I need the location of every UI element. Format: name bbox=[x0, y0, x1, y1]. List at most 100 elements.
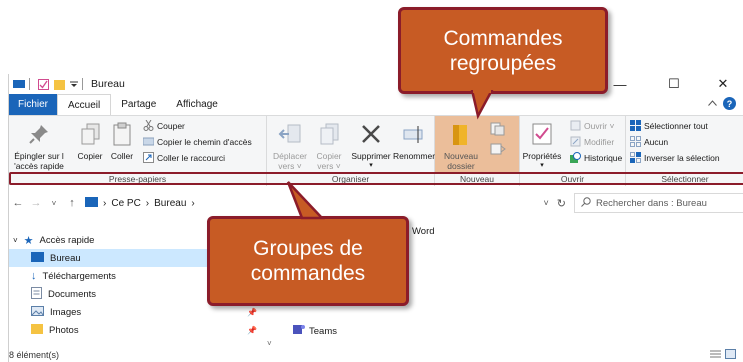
scroll-down-icon[interactable]: ˅ bbox=[267, 339, 272, 348]
maximize-button[interactable]: ☐ bbox=[657, 74, 691, 94]
copy-path-button[interactable]: Copier le chemin d'accès bbox=[142, 136, 252, 147]
history-button[interactable]: Historique bbox=[570, 152, 622, 163]
images-icon bbox=[31, 305, 44, 319]
forward-arrow-icon[interactable]: → bbox=[27, 197, 45, 209]
easy-access-icon[interactable] bbox=[489, 142, 507, 156]
pinned-icon: 📌 bbox=[247, 325, 257, 335]
properties-quick-icon[interactable] bbox=[38, 79, 50, 90]
customize-quick-access-icon[interactable] bbox=[70, 79, 78, 89]
star-icon: ★ bbox=[23, 234, 34, 247]
address-path[interactable]: › Ce PC › Bureau › bbox=[85, 193, 195, 213]
tab-accueil[interactable]: Accueil bbox=[57, 94, 112, 115]
invert-selection-label: Inverser la sélection bbox=[644, 152, 720, 163]
paste-shortcut-button[interactable]: Coller le raccourci bbox=[143, 152, 225, 163]
breadcrumb-ce-pc[interactable]: Ce PC bbox=[111, 198, 140, 209]
invert-selection-icon bbox=[630, 152, 641, 163]
cut-button[interactable]: Couper bbox=[143, 119, 185, 131]
callout-text-line: regroupées bbox=[449, 51, 557, 75]
expand-chevron-icon[interactable]: ˅ bbox=[13, 236, 18, 245]
ribbon-collapse-icon[interactable] bbox=[708, 98, 717, 109]
open-icon bbox=[570, 120, 581, 131]
paste-button[interactable]: Coller bbox=[107, 120, 137, 161]
callout-text-line: Commandes bbox=[443, 26, 563, 50]
nav-label: Images bbox=[50, 306, 82, 318]
copy-to-icon bbox=[315, 120, 343, 148]
copy-label: Copier bbox=[77, 151, 103, 161]
callout-pointer bbox=[286, 181, 325, 220]
search-placeholder: Rechercher dans : Bureau bbox=[596, 197, 707, 209]
open-button[interactable]: Ouvrir ˅ bbox=[570, 120, 614, 131]
select-none-icon bbox=[630, 136, 641, 147]
nav-label: Bureau bbox=[50, 252, 81, 264]
callout-pointer bbox=[470, 90, 494, 120]
search-input[interactable]: Rechercher dans : Bureau bbox=[574, 193, 743, 213]
copy-button[interactable]: Copier bbox=[73, 120, 107, 161]
new-folder-label-1: Nouveau bbox=[443, 151, 479, 161]
search-icon bbox=[581, 196, 591, 210]
move-to-icon bbox=[276, 120, 304, 148]
status-bar: 8 élément(s) bbox=[9, 348, 743, 362]
ribbon-tabs: Fichier Accueil Partage Affichage ? bbox=[9, 94, 743, 115]
nav-label: Documents bbox=[48, 288, 97, 300]
copy-to-label-1: Copier bbox=[316, 151, 342, 161]
history-label: Historique bbox=[584, 152, 623, 163]
refresh-icon[interactable]: ↻ bbox=[557, 197, 566, 210]
pin-label-2: 'accès rapide bbox=[14, 161, 64, 171]
new-folder-icon bbox=[447, 120, 475, 148]
tab-affichage[interactable]: Affichage bbox=[166, 94, 228, 115]
copy-path-label: Copier le chemin d'accès bbox=[157, 136, 252, 147]
address-bar: ← → ˅ ↑ › Ce PC › Bureau › ˅ ↻ Recherche… bbox=[9, 191, 743, 215]
help-icon[interactable]: ? bbox=[723, 97, 736, 110]
pinned-icon: 📌 bbox=[247, 307, 257, 317]
delete-x-icon bbox=[357, 120, 385, 148]
group-labels-highlight bbox=[9, 172, 743, 185]
back-arrow-icon[interactable]: ← bbox=[9, 197, 27, 209]
copy-to-button[interactable]: Copier vers ˅ bbox=[311, 120, 347, 171]
scissors-icon bbox=[143, 119, 154, 131]
callout-text-line: commandes bbox=[250, 262, 366, 285]
file-item-word[interactable]: Word bbox=[412, 226, 435, 237]
paste-label: Coller bbox=[110, 151, 134, 161]
close-button[interactable]: ✕ bbox=[706, 74, 740, 94]
select-all-label: Sélectionner tout bbox=[644, 120, 708, 131]
invert-selection-button[interactable]: Inverser la sélection bbox=[630, 152, 720, 163]
move-to-button[interactable]: Déplacer vers ˅ bbox=[271, 120, 309, 171]
open-label: Ouvrir ˅ bbox=[584, 120, 615, 131]
pin-label-1: Épingler sur l bbox=[14, 151, 64, 161]
select-none-button[interactable]: Aucun bbox=[630, 136, 668, 147]
nav-item-photos[interactable]: Photos 📌 bbox=[9, 321, 261, 339]
tab-partage[interactable]: Partage bbox=[111, 94, 166, 115]
properties-dropdown-icon[interactable]: ▾ bbox=[540, 161, 544, 171]
pin-quick-access-button[interactable]: Épingler sur l 'accès rapide bbox=[9, 120, 69, 171]
edit-button[interactable]: Modifier bbox=[570, 136, 614, 147]
shortcut-icon bbox=[143, 152, 154, 163]
large-icons-view-icon[interactable] bbox=[725, 349, 736, 361]
rename-button[interactable]: Renommer bbox=[393, 120, 435, 161]
window-title: Bureau bbox=[91, 78, 125, 90]
breadcrumb-separator-icon[interactable]: › bbox=[191, 198, 194, 209]
breadcrumb-bureau[interactable]: Bureau bbox=[154, 198, 186, 209]
callout-text-line: Groupes de bbox=[253, 237, 363, 260]
tab-fichier[interactable]: Fichier bbox=[9, 94, 58, 115]
title-bar: Bureau — ☐ ✕ bbox=[9, 74, 743, 94]
copy-icon bbox=[76, 120, 104, 148]
breadcrumb-separator-icon[interactable]: › bbox=[103, 198, 106, 209]
recent-dropdown-icon[interactable]: ˅ bbox=[45, 199, 63, 208]
minimize-button[interactable]: — bbox=[603, 74, 637, 94]
file-item-label: Teams bbox=[309, 325, 337, 337]
new-folder-label-2: dossier bbox=[447, 161, 475, 171]
up-arrow-icon[interactable]: ↑ bbox=[63, 197, 81, 209]
select-all-button[interactable]: Sélectionner tout bbox=[630, 120, 708, 131]
nav-label: Accès rapide bbox=[39, 234, 95, 246]
nav-label: Téléchargements bbox=[42, 270, 116, 282]
delete-button[interactable]: Supprimer ▾ bbox=[349, 120, 393, 171]
delete-dropdown-icon[interactable]: ▾ bbox=[369, 161, 373, 171]
address-dropdown-icon[interactable]: ˅ bbox=[544, 198, 549, 208]
new-item-icon[interactable] bbox=[489, 122, 507, 136]
details-view-icon[interactable] bbox=[710, 349, 721, 361]
file-item-teams[interactable]: Teams bbox=[293, 324, 337, 338]
new-folder-quick-icon[interactable] bbox=[54, 79, 66, 90]
new-folder-button[interactable]: Nouveau dossier bbox=[441, 120, 481, 171]
properties-button[interactable]: Propriétés ▾ bbox=[520, 120, 564, 171]
breadcrumb-separator-icon[interactable]: › bbox=[146, 198, 149, 209]
